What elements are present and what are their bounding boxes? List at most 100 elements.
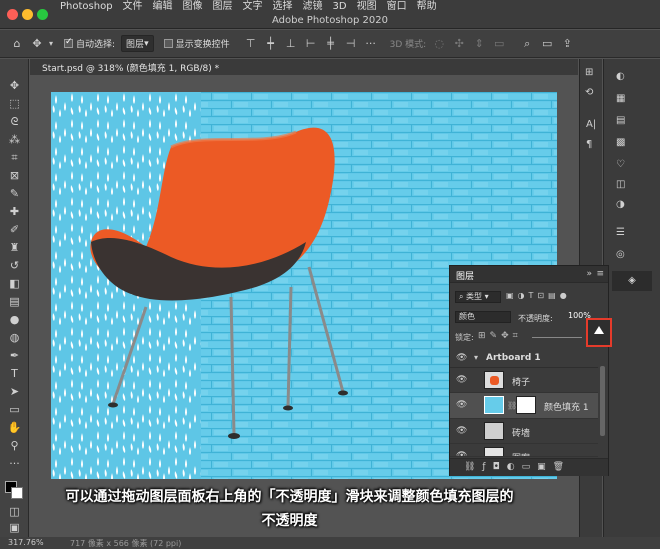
dodge-tool-icon[interactable]: ◍ bbox=[6, 331, 23, 345]
share-icon[interactable]: ⇪ bbox=[560, 37, 574, 50]
align-right-icon[interactable]: ⊣ bbox=[344, 37, 358, 50]
history-brush-tool-icon[interactable]: ↺ bbox=[6, 259, 23, 273]
home-icon[interactable]: ⌂ bbox=[10, 37, 24, 50]
opacity-slider-triangle-icon[interactable] bbox=[594, 326, 604, 334]
libraries-icon[interactable]: ◫ bbox=[616, 179, 625, 190]
lock-icons[interactable]: ⊞✎✥⌗ bbox=[478, 331, 522, 341]
layer-visibility-icon[interactable]: 👁 bbox=[456, 451, 467, 456]
menu-type[interactable]: 文字 bbox=[243, 1, 263, 13]
title-bar: Photoshop 文件 编辑 图像 图层 文字 选择 滤镜 3D 视图 窗口 … bbox=[0, 0, 660, 29]
eyedropper-tool-icon[interactable]: ✎ bbox=[6, 187, 23, 201]
filter-type-dropdown[interactable]: ⌕ 类型 ▾ bbox=[455, 291, 501, 303]
layers-scrollbar[interactable] bbox=[600, 366, 605, 436]
more-options-icon[interactable]: ··· bbox=[364, 37, 378, 50]
menu-layer[interactable]: 图层 bbox=[213, 1, 233, 13]
show-transform-label: 显示变换控件 bbox=[175, 40, 230, 50]
collapse-panel-icon[interactable]: » bbox=[586, 269, 592, 279]
align-top-icon[interactable]: ⊤ bbox=[244, 37, 258, 50]
color-icon[interactable]: ◐ bbox=[616, 71, 625, 82]
menu-image[interactable]: 图像 bbox=[183, 1, 203, 13]
layers-panel-toggle-icon[interactable]: ◈ bbox=[612, 271, 652, 291]
auto-select-value: 图层 bbox=[126, 40, 145, 50]
menu-help[interactable]: 帮助 bbox=[417, 1, 437, 13]
eraser-tool-icon[interactable]: ◧ bbox=[6, 277, 23, 291]
layer-name: 椅子 bbox=[512, 378, 531, 388]
learn-icon[interactable]: ♡ bbox=[616, 159, 625, 170]
quick-select-tool-icon[interactable]: ⁂ bbox=[6, 133, 23, 147]
menu-file[interactable]: 文件 bbox=[123, 1, 143, 13]
auto-select-dropdown[interactable]: 图层 ▾ bbox=[121, 35, 154, 52]
document-tab[interactable]: Start.psd @ 318% (颜色填充 1, RGB/8) * bbox=[30, 59, 578, 75]
gradient-tool-icon[interactable]: ▤ bbox=[6, 295, 23, 309]
layer-visibility-icon[interactable]: 👁 bbox=[456, 400, 467, 410]
mode-3d-label: 3D 模式: bbox=[389, 40, 427, 50]
opacity-label: 不透明度: bbox=[518, 314, 553, 323]
lasso-tool-icon[interactable]: ᘓ bbox=[6, 115, 23, 129]
marquee-tool-icon[interactable]: ⬚ bbox=[6, 97, 23, 111]
artboard-visibility-icon[interactable]: 👁 bbox=[456, 353, 467, 363]
brush-tool-icon[interactable]: ✐ bbox=[6, 223, 23, 237]
frame-tool-icon[interactable]: ⊠ bbox=[6, 169, 23, 183]
collapsed-panel-dock-2: ◐ ▦ ▤ ▩ ♡ ◫ ◑ ☰ ◎ ◈ bbox=[603, 59, 660, 537]
search-icon[interactable]: ⌕ bbox=[520, 37, 534, 51]
filter-icons[interactable]: ▣◑T⊡▤● bbox=[506, 291, 571, 300]
layer-visibility-icon[interactable]: 👁 bbox=[456, 375, 467, 385]
properties-icon[interactable]: ☰ bbox=[616, 227, 625, 238]
navigator-icon[interactable]: ⟲ bbox=[585, 87, 593, 98]
move-tool-icon[interactable]: ✥ bbox=[6, 79, 23, 93]
show-transform-checkbox[interactable]: 显示变换控件 bbox=[163, 37, 230, 50]
align-left-icon[interactable]: ⊢ bbox=[304, 37, 318, 50]
type-tool-icon[interactable]: T bbox=[6, 367, 23, 381]
menu-photoshop[interactable]: Photoshop bbox=[60, 1, 113, 13]
menu-3d[interactable]: 3D bbox=[333, 1, 347, 13]
layer-mask-thumbnail[interactable] bbox=[516, 396, 536, 414]
artboard-row[interactable]: 👁 ▾ Artboard 1 bbox=[450, 350, 598, 368]
align-bottom-icon[interactable]: ⊥ bbox=[284, 37, 298, 50]
auto-select-checkbox[interactable]: 自动选择: bbox=[64, 37, 115, 50]
menu-select[interactable]: 选择 bbox=[273, 1, 293, 13]
menu-view[interactable]: 视图 bbox=[357, 1, 377, 13]
opacity-slider-highlight[interactable] bbox=[586, 318, 612, 347]
patterns-icon[interactable]: ▩ bbox=[616, 137, 625, 148]
layer-row-color-fill[interactable]: 👁 ⛓ 颜色填充 1 bbox=[450, 393, 598, 419]
layer-row-brick[interactable]: 👁 砖墙 bbox=[450, 419, 598, 444]
opacity-slider-track[interactable] bbox=[532, 337, 582, 338]
channels-icon[interactable]: ◎ bbox=[616, 249, 625, 260]
zoom-level[interactable]: 317.76% bbox=[8, 538, 44, 547]
window-title: Adobe Photoshop 2020 bbox=[272, 15, 388, 26]
layer-row-pattern[interactable]: 👁 图案 bbox=[450, 444, 598, 457]
adjustments-icon[interactable]: ◑ bbox=[616, 199, 625, 210]
menu-edit[interactable]: 编辑 bbox=[153, 1, 173, 13]
layers-footer-icons[interactable]: ⛓ƒ◘◐▭▣🗑 bbox=[450, 458, 608, 476]
layer-visibility-icon[interactable]: 👁 bbox=[456, 426, 467, 436]
layer-thumbnail-pattern bbox=[484, 447, 504, 456]
crop-tool-icon[interactable]: ⌗ bbox=[6, 151, 23, 165]
menu-filter[interactable]: 滤镜 bbox=[303, 1, 323, 13]
tools-panel: ✥ ⬚ ᘓ ⁂ ⌗ ⊠ ✎ ✚ ✐ ♜ ↺ ◧ ▤ ● ◍ ✒ T ➤ ▭ ✋ … bbox=[0, 59, 29, 537]
gradients-icon[interactable]: ▤ bbox=[616, 115, 625, 126]
edit-toolbar-icon[interactable]: ··· bbox=[6, 457, 23, 471]
history-icon[interactable]: ⊞ bbox=[585, 67, 593, 78]
paragraph-icon[interactable]: ¶ bbox=[586, 139, 592, 150]
healing-brush-tool-icon[interactable]: ✚ bbox=[6, 205, 23, 219]
move-tool-preset-icon[interactable]: ✥ ▾ bbox=[30, 37, 58, 50]
character-icon[interactable]: A| bbox=[586, 119, 596, 130]
pen-tool-icon[interactable]: ✒ bbox=[6, 349, 23, 363]
align-vertical-center-icon[interactable]: ┿ bbox=[264, 37, 278, 50]
workspace-icon[interactable]: ▭ bbox=[540, 37, 554, 50]
layers-panel-title[interactable]: 图层 bbox=[456, 269, 474, 282]
hand-tool-icon[interactable]: ✋ bbox=[6, 421, 23, 435]
menu-window[interactable]: 窗口 bbox=[387, 1, 407, 13]
artboard-expand-icon[interactable]: ▾ bbox=[474, 353, 478, 362]
blend-mode-dropdown[interactable]: 颜色 bbox=[455, 311, 511, 323]
blur-tool-icon[interactable]: ● bbox=[6, 313, 23, 327]
lock-label: 锁定: bbox=[455, 333, 474, 342]
align-horizontal-center-icon[interactable]: ╪ bbox=[324, 37, 338, 50]
zoom-tool-icon[interactable]: ⚲ bbox=[6, 439, 23, 453]
swatches-icon[interactable]: ▦ bbox=[616, 93, 625, 104]
layer-row-chair[interactable]: 👁 椅子 bbox=[450, 368, 598, 393]
panel-menu-icon[interactable]: ≡ bbox=[596, 269, 604, 279]
clone-stamp-tool-icon[interactable]: ♜ bbox=[6, 241, 23, 255]
path-select-tool-icon[interactable]: ➤ bbox=[6, 385, 23, 399]
rectangle-tool-icon[interactable]: ▭ bbox=[6, 403, 23, 417]
